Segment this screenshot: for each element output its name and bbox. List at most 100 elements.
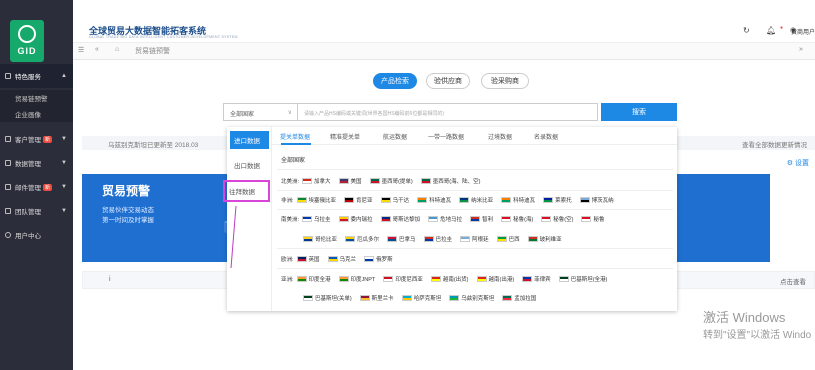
- tab-transit-data[interactable]: 过境数据: [488, 132, 512, 141]
- country-option[interactable]: 秘鲁(海): [501, 215, 533, 223]
- country-option[interactable]: 巴西: [496, 235, 520, 243]
- sidebar-subitem-company-profile[interactable]: 企业画像: [0, 106, 73, 122]
- country-option[interactable]: 乌克兰: [327, 255, 356, 263]
- menu-toggle-icon[interactable]: ☰: [78, 46, 84, 54]
- country-option[interactable]: 巴基斯坦(全港): [558, 275, 607, 283]
- country-option[interactable]: 俄罗斯: [364, 255, 393, 263]
- flag-icon: [296, 256, 307, 262]
- app-logo[interactable]: GID: [10, 20, 44, 62]
- home-icon[interactable]: ⌂: [115, 46, 119, 53]
- search-input[interactable]: 请输入产品HS编码或关键词(世界各国HS编码前6位都是相同的): [298, 103, 598, 121]
- tab-scroll-left-icon[interactable]: «: [95, 46, 99, 53]
- divider: [277, 190, 673, 191]
- sidebar-item-user-center[interactable]: 用户中心: [0, 223, 73, 247]
- country-option[interactable]: 埃塞俄比亚: [296, 196, 336, 204]
- country-option[interactable]: 越南(出货): [430, 275, 469, 283]
- country-option[interactable]: 越南(出港): [476, 275, 514, 283]
- country-option[interactable]: 乌拉圭: [302, 215, 331, 223]
- country-option[interactable]: 乌兹别克斯坦: [449, 294, 494, 302]
- country-option[interactable]: 墨西哥(提单): [369, 177, 413, 185]
- option-past-data[interactable]: 往拜数据: [223, 180, 270, 202]
- country-option[interactable]: 印度JNPT: [338, 275, 375, 283]
- country-option[interactable]: 英国: [296, 255, 320, 263]
- country-option[interactable]: 莱索托: [543, 196, 572, 204]
- new-badge: 新: [43, 183, 53, 191]
- option-import-data[interactable]: 进口数据: [230, 131, 269, 149]
- logo-text: GID: [17, 46, 37, 56]
- sidebar-item-label: 用户中心: [15, 233, 41, 240]
- search-button[interactable]: 搜索: [601, 103, 677, 121]
- country-option[interactable]: 哈萨克斯坦: [401, 294, 441, 302]
- country-name: 美国: [350, 179, 362, 185]
- country-option[interactable]: 科特迪瓦: [501, 196, 535, 204]
- sidebar-item-mail-management[interactable]: 邮件管理 新 ▼: [0, 175, 73, 199]
- sidebar-item-label: 邮件管理: [15, 185, 41, 192]
- country-option[interactable]: 危地马拉: [428, 215, 462, 223]
- tab-directory-data[interactable]: 名录数据: [534, 132, 558, 141]
- country-option[interactable]: 美国: [338, 177, 362, 185]
- user-name[interactable]: 黄商用户: [791, 27, 815, 36]
- country-option[interactable]: 印度全港: [296, 275, 331, 283]
- country-option[interactable]: 哥斯达黎加: [380, 215, 420, 223]
- country-name: 秘鲁: [593, 217, 605, 223]
- country-name: 印度全港: [308, 277, 331, 283]
- country-option[interactable]: 厄瓜多尔: [345, 235, 379, 243]
- country-option[interactable]: 秘鲁(空): [541, 215, 573, 223]
- country-option[interactable]: 墨西哥(海、陆、空): [420, 177, 480, 185]
- country-option[interactable]: 巴拉圭: [423, 235, 452, 243]
- flag-icon: [296, 276, 307, 282]
- refresh-icon[interactable]: ↻: [743, 26, 750, 35]
- tab-scroll-right-icon[interactable]: »: [799, 46, 803, 53]
- country-option[interactable]: 阿根廷: [460, 235, 489, 243]
- country-option[interactable]: 巴基斯坦(关单): [303, 294, 352, 302]
- country-select[interactable]: 全部国家 ∨: [223, 103, 298, 121]
- tab-precise-bill[interactable]: 精准提关单: [330, 132, 360, 141]
- country-option[interactable]: 印度尼西亚: [383, 275, 423, 283]
- option-export-data[interactable]: 出口数据: [230, 156, 269, 174]
- country-option[interactable]: 斯里兰卡: [359, 294, 394, 302]
- tab-bar: ☰ « ⌂ 贸易链预警 »: [73, 42, 815, 60]
- country-option[interactable]: 肯尼亚: [344, 196, 373, 204]
- app-subtitle: GLOBAL TRADE BIG DATA INTELLIGENT CUSTOM…: [89, 35, 238, 39]
- sidebar-item-team-management[interactable]: 团队管理 ▼: [0, 199, 73, 223]
- country-name: 危地马拉: [440, 217, 463, 223]
- banner-line-1: 贸易伙伴交易动态: [102, 207, 154, 214]
- sidebar-item-label: 团队管理: [15, 209, 41, 216]
- tab-belt-road-data[interactable]: 一带一路数据: [428, 132, 464, 141]
- chevron-down-icon: ▼: [61, 136, 67, 142]
- country-name: 阿根廷: [472, 237, 489, 243]
- tab-shipping-data[interactable]: 航运数据: [383, 132, 407, 141]
- sidebar-subitem-trade-warning[interactable]: 贸易链预警: [0, 90, 73, 106]
- flag-icon: [364, 256, 375, 262]
- country-option[interactable]: 博茨瓦纳: [579, 196, 614, 204]
- flag-icon: [420, 178, 431, 184]
- click-to-view-link[interactable]: 点击查看: [780, 276, 806, 286]
- view-all-updates-link[interactable]: 查看全部数据更新情况: [742, 139, 807, 149]
- country-option[interactable]: 加拿大: [302, 177, 331, 185]
- tab-product-search[interactable]: 产品检索: [373, 73, 417, 89]
- tab-check-buyer[interactable]: 验采购商: [481, 73, 529, 89]
- country-name: 加拿大: [314, 179, 331, 185]
- country-option[interactable]: 菲律宾: [522, 275, 551, 283]
- country-option[interactable]: 哥伦比亚: [303, 235, 337, 243]
- country-option[interactable]: 智利: [470, 215, 493, 223]
- all-countries-option[interactable]: 全部国家: [281, 155, 305, 164]
- sidebar-item-featured-services[interactable]: 特色服务 ▲: [0, 64, 73, 88]
- sidebar-item-data-management[interactable]: 数据管理 ▼: [0, 151, 73, 175]
- country-option[interactable]: 科特迪瓦: [417, 196, 451, 204]
- country-option[interactable]: 巴拿马: [387, 235, 416, 243]
- country-option[interactable]: 乌干达: [380, 196, 409, 204]
- tab-check-supplier[interactable]: 验供应商: [426, 73, 470, 89]
- country-option[interactable]: 玻利维亚: [527, 235, 562, 243]
- country-option[interactable]: 纳米比亚: [459, 196, 493, 204]
- bell-icon[interactable]: 🔔︎: [766, 26, 776, 35]
- region-row-asia: 亚洲: 印度全港 印度JNPT 印度尼西亚 越南(出货) 越南(出港) 菲律宾 巴基斯坦(全港…: [281, 275, 615, 283]
- settings-button[interactable]: ⚙ 设置: [787, 158, 809, 168]
- sidebar-item-customer-management[interactable]: 客户管理 新 ▼: [0, 127, 73, 151]
- country-option[interactable]: 秘鲁: [581, 215, 604, 223]
- country-option[interactable]: 委内瑞拉: [338, 215, 373, 223]
- banner-line-2: 第一时间及时掌握: [102, 217, 154, 224]
- tab-bill-data[interactable]: 提关单数据: [280, 132, 310, 141]
- tab-trade-warning[interactable]: 贸易链预警: [135, 46, 170, 56]
- country-option[interactable]: 孟加拉国: [502, 294, 536, 302]
